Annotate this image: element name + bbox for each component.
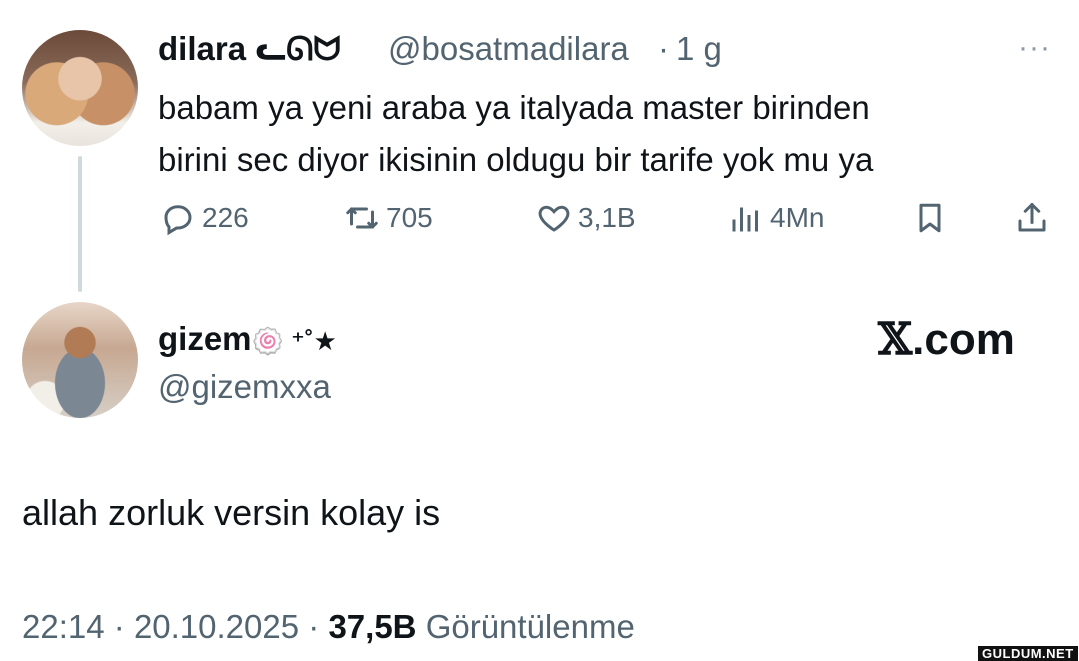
separator: · bbox=[658, 30, 669, 67]
views-total: 37,5B bbox=[328, 608, 417, 645]
retweet-icon bbox=[346, 207, 378, 229]
reply-date[interactable]: 20.10.2025 bbox=[134, 608, 299, 645]
like-count: 3,1B bbox=[578, 202, 636, 233]
tweet-text: babam ya yeni araba ya italyada master b… bbox=[158, 89, 874, 178]
author-name[interactable]: dilara ᓚᘏᗢ bbox=[158, 26, 341, 72]
reply-author-name[interactable]: gizem🍥 ⁺˚★ bbox=[158, 316, 337, 364]
like-button[interactable]: 3,1B bbox=[536, 196, 636, 240]
watermark: GULDUM.NET bbox=[978, 646, 1078, 661]
avatar-gizem[interactable] bbox=[22, 302, 138, 418]
reply-text: allah zorluk versin kolay is bbox=[22, 492, 441, 533]
views-label: Görüntülenme bbox=[425, 608, 635, 645]
retweet-button[interactable]: 705 bbox=[344, 196, 433, 240]
views-count: 4Mn bbox=[770, 202, 825, 233]
bookmark-icon bbox=[919, 203, 941, 233]
name-decoration: 🍥 ⁺˚★ bbox=[251, 326, 337, 356]
meta-separator: · bbox=[308, 608, 320, 645]
share-button[interactable] bbox=[1014, 196, 1056, 240]
brand-suffix: .com bbox=[912, 315, 1015, 364]
reply-icon bbox=[164, 205, 192, 236]
more-icon[interactable]: ··· bbox=[1018, 28, 1051, 68]
reply-time[interactable]: 22:14 bbox=[22, 608, 105, 645]
share-icon bbox=[1018, 203, 1046, 232]
views-icon bbox=[732, 207, 758, 232]
author-handle[interactable]: @bosatmadilara bbox=[388, 26, 629, 72]
reply-author-name-text: gizem bbox=[158, 320, 252, 357]
reply-button[interactable]: 226 bbox=[160, 196, 249, 240]
timestamp[interactable]: 1 g bbox=[676, 26, 722, 72]
meta-separator: · bbox=[113, 608, 125, 645]
heart-icon bbox=[538, 205, 570, 232]
retweet-count: 705 bbox=[386, 202, 433, 233]
x-logo: 𝕏.com bbox=[878, 312, 1015, 368]
tweet-meta: 22:14 · 20.10.2025 · 37,5B Görüntülenme bbox=[22, 604, 635, 650]
bookmark-button[interactable] bbox=[912, 196, 954, 240]
avatar-dilara[interactable] bbox=[22, 30, 138, 146]
x-icon: 𝕏 bbox=[878, 314, 913, 365]
reply-count: 226 bbox=[202, 202, 249, 233]
views-button[interactable]: 4Mn bbox=[728, 196, 824, 240]
reply-author-handle[interactable]: @gizemxxa bbox=[158, 364, 331, 410]
thread-line bbox=[78, 156, 82, 292]
